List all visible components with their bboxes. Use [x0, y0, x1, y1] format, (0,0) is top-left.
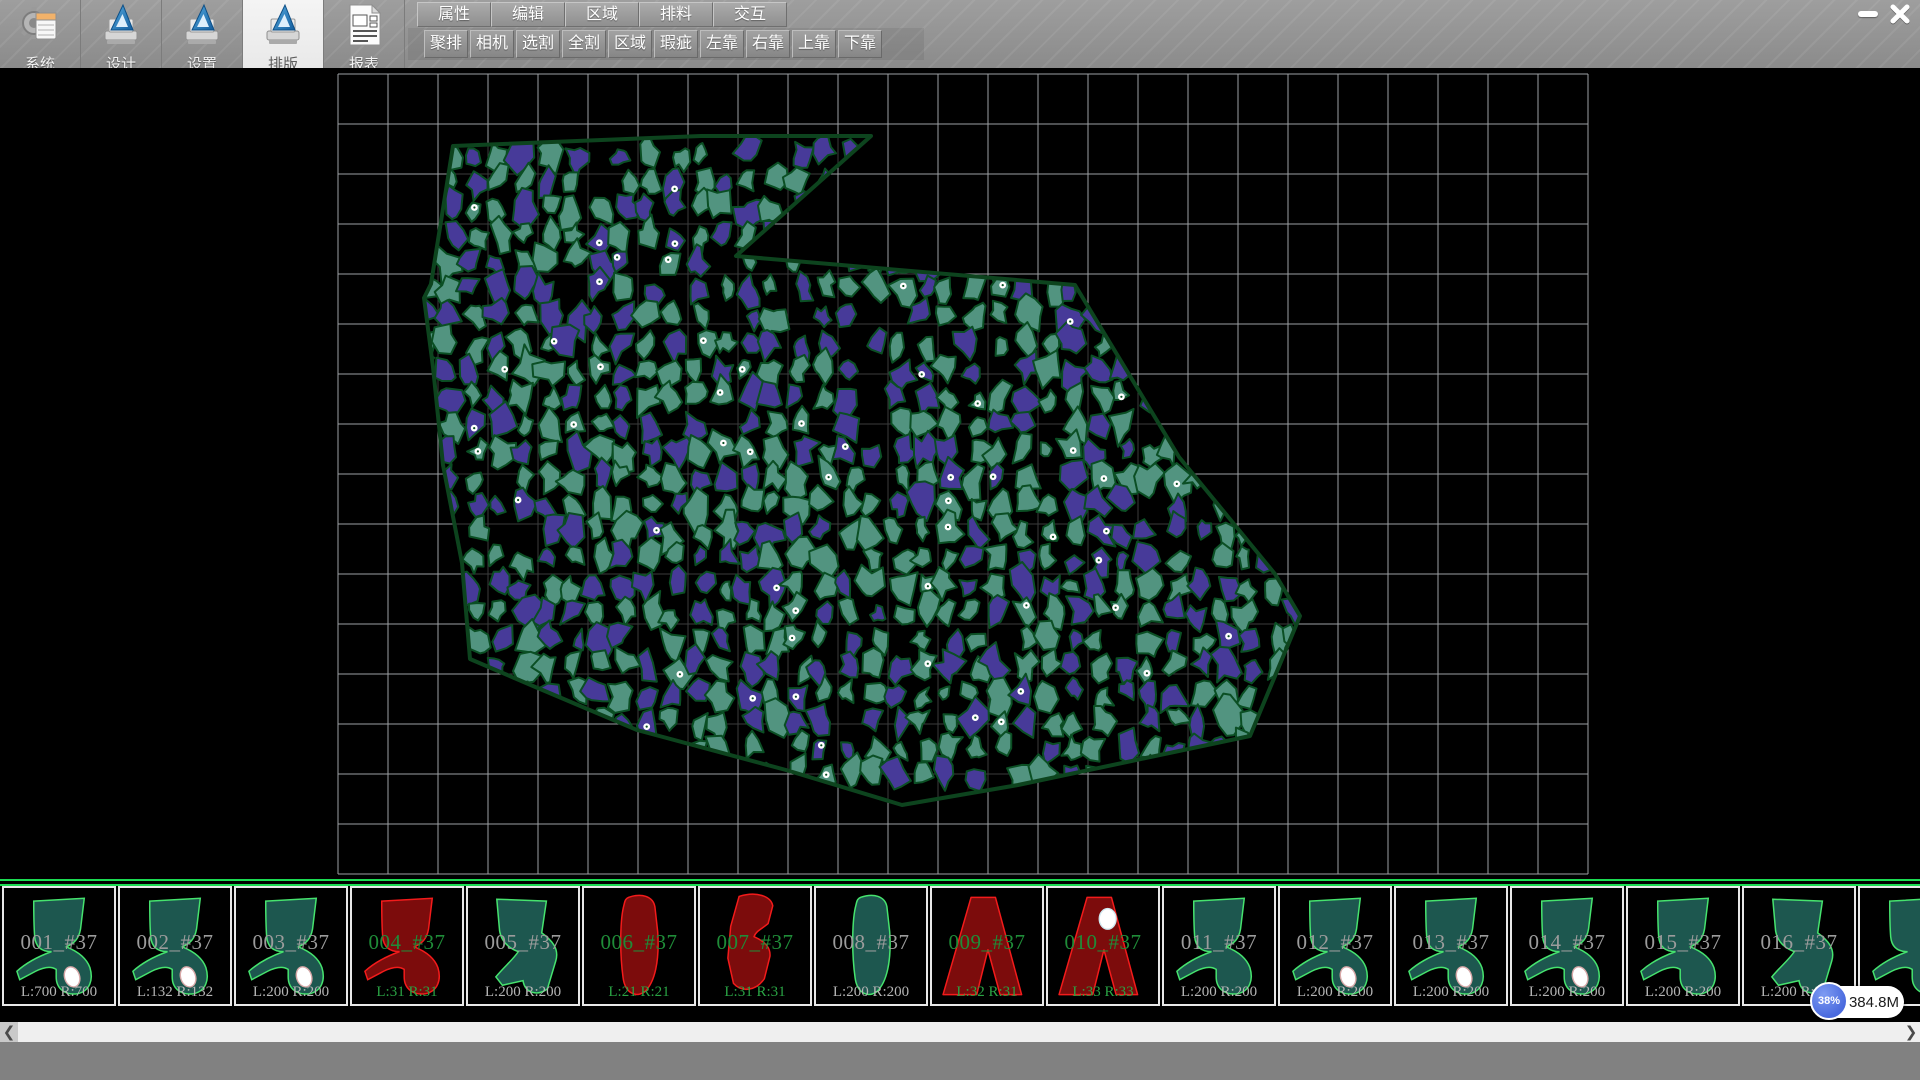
piece-thumbnail[interactable]: 013_#37 L:200 R:200 [1394, 886, 1508, 1006]
piece-lr-count: L:700 R:700 [4, 984, 114, 1001]
tool-button[interactable]: 右靠 [746, 30, 790, 58]
design-setsquare-icon [101, 3, 141, 52]
tool-button[interactable]: 区域 [608, 30, 652, 58]
app-button-design-setsquare[interactable]: 设计 [81, 0, 162, 68]
settings-setsquare-icon [182, 3, 222, 52]
window-controls [1854, 3, 1914, 24]
tool-button[interactable]: 全割 [562, 30, 606, 58]
piece-lr-count: L:31 R:31 [352, 984, 462, 1001]
close-icon [1889, 3, 1911, 25]
piece-thumbnail[interactable]: 005_#37 L:200 R:200 [466, 886, 580, 1006]
system-gear-icon [18, 3, 62, 52]
piece-thumbnail[interactable]: 011_#37 L:200 R:200 [1162, 886, 1276, 1006]
app-button-report-document[interactable]: 报表 [324, 0, 405, 68]
piece-lr-count: L:200 R:200 [1628, 984, 1738, 1001]
piece-thumbnail[interactable]: 003_#37 L:200 R:200 [234, 886, 348, 1006]
piece-lr-count: L:32 R:31 [932, 984, 1042, 1001]
tool-button[interactable]: 上靠 [792, 30, 836, 58]
piece-id-label: 014_#37 [1512, 930, 1622, 955]
strip-divider-line [0, 879, 1920, 881]
scroll-right-button[interactable]: ❯ [1902, 1022, 1920, 1042]
piece-thumbnail[interactable]: 004_#37 L:31 R:31 [350, 886, 464, 1006]
tool-button[interactable]: 下靠 [838, 30, 882, 58]
piece-thumbnail[interactable]: 007_#37 L:31 R:31 [698, 886, 812, 1006]
piece-id-label: 004_#37 [352, 930, 462, 955]
piece-id-label: 001_#37 [4, 930, 114, 955]
nesting-canvas[interactable] [0, 68, 1920, 879]
piece-lr-count: L:200 R:200 [1280, 984, 1390, 1001]
close-button[interactable] [1886, 3, 1914, 24]
minimize-button[interactable] [1854, 3, 1882, 24]
piece-thumbnail[interactable]: 015_#37 L:200 R:200 [1626, 886, 1740, 1006]
layout-setsquare-icon [263, 3, 303, 52]
menu-button[interactable]: 属性 [417, 2, 491, 27]
piece-thumbnail[interactable]: 010_#37 L:33 R:33 [1046, 886, 1160, 1006]
piece-id-label: 003_#37 [236, 930, 346, 955]
menu-button[interactable]: 区域 [565, 2, 639, 27]
minimize-icon [1858, 11, 1878, 17]
piece-id-label: 016_#37 [1744, 930, 1854, 955]
piece-thumbnail[interactable]: 014_#37 L:200 R:200 [1510, 886, 1624, 1006]
piece-lr-count: L:200 R:200 [816, 984, 926, 1001]
piece-id-label: 015_#37 [1628, 930, 1738, 955]
tool-button[interactable]: 左靠 [700, 30, 744, 58]
tool-button[interactable]: 相机 [470, 30, 514, 58]
piece-lr-count: L:200 R:200 [468, 984, 578, 1001]
piece-lr-count: L:132 R:132 [120, 984, 230, 1001]
window-footer [0, 1042, 1920, 1080]
scroll-left-button[interactable]: ❮ [0, 1022, 18, 1042]
piece-id-label: 011_#37 [1164, 930, 1274, 955]
piece-id-label: 006_#37 [584, 930, 694, 955]
piece-lr-count: L:200 R:200 [1396, 984, 1506, 1001]
app-button-layout-setsquare[interactable]: 排版 [243, 0, 324, 68]
piece-lr-count: L:200 R:200 [1512, 984, 1622, 1001]
title-toolbar: 系统 设计 设置 排版 报表 属性编辑 [0, 0, 1920, 69]
piece-id-label: 009_#37 [932, 930, 1042, 955]
app-toolbar: 系统 设计 设置 排版 报表 [0, 0, 405, 68]
piece-id-label: 008_#37 [816, 930, 926, 955]
piece-lr-count: L:21 R:21 [584, 984, 694, 1001]
scroll-left-icon: ❮ [3, 1023, 16, 1041]
menu-button[interactable]: 交互 [713, 2, 787, 27]
menu-button[interactable]: 排料 [639, 2, 713, 27]
piece-lr-count: L:33 R:33 [1048, 984, 1158, 1001]
thumbnail-row: 001_#37 L:700 R:700 002_#37 L:132 R:132 … [0, 886, 1920, 1010]
tool-button[interactable]: 瑕疵 [654, 30, 698, 58]
horizontal-scrollbar[interactable]: ❮ ❯ [0, 1022, 1920, 1042]
progress-percent-badge: 38% [1810, 982, 1848, 1020]
report-document-icon [344, 3, 384, 52]
piece-lr-count: L:200 R:200 [1164, 984, 1274, 1001]
scroll-right-icon: ❯ [1905, 1023, 1918, 1041]
tool-strip: 聚排相机选割全割区域瑕疵左靠右靠上靠下靠 [408, 28, 924, 60]
piece-thumbnail[interactable]: 008_#37 L:200 R:200 [814, 886, 928, 1006]
piece-id-label: 012_#37 [1280, 930, 1390, 955]
memory-status-badge: 38% 384.8M [1812, 986, 1904, 1018]
piece-lr-count: L:200 R:200 [236, 984, 346, 1001]
piece-id-label: 002_#37 [120, 930, 230, 955]
piece-id-label: 005_#37 [468, 930, 578, 955]
piece-thumbnail-strip: 001_#37 L:700 R:700 002_#37 L:132 R:132 … [0, 879, 1920, 1010]
piece-lr-count: L:31 R:31 [700, 984, 810, 1001]
piece-id-label: 010_#37 [1048, 930, 1158, 955]
menu-bar: 属性编辑区域排料交互 [417, 2, 787, 27]
piece-thumbnail[interactable]: 001_#37 L:700 R:700 [2, 886, 116, 1006]
piece-thumbnail[interactable]: 002_#37 L:132 R:132 [118, 886, 232, 1006]
tool-button[interactable]: 选割 [516, 30, 560, 58]
piece-thumbnail[interactable]: 012_#37 L:200 R:200 [1278, 886, 1392, 1006]
piece-thumbnail[interactable]: 009_#37 L:32 R:31 [930, 886, 1044, 1006]
menu-button[interactable]: 编辑 [491, 2, 565, 27]
canvas-graphics [0, 68, 1920, 879]
memory-value: 384.8M [1848, 994, 1904, 1011]
piece-id-label: 007_#37 [700, 930, 810, 955]
tool-button[interactable]: 聚排 [424, 30, 468, 58]
piece-thumbnail[interactable]: 006_#37 L:21 R:21 [582, 886, 696, 1006]
piece-id-label: 013_#37 [1396, 930, 1506, 955]
app-button-settings-setsquare[interactable]: 设置 [162, 0, 243, 68]
app-button-system-gear[interactable]: 系统 [0, 0, 81, 68]
